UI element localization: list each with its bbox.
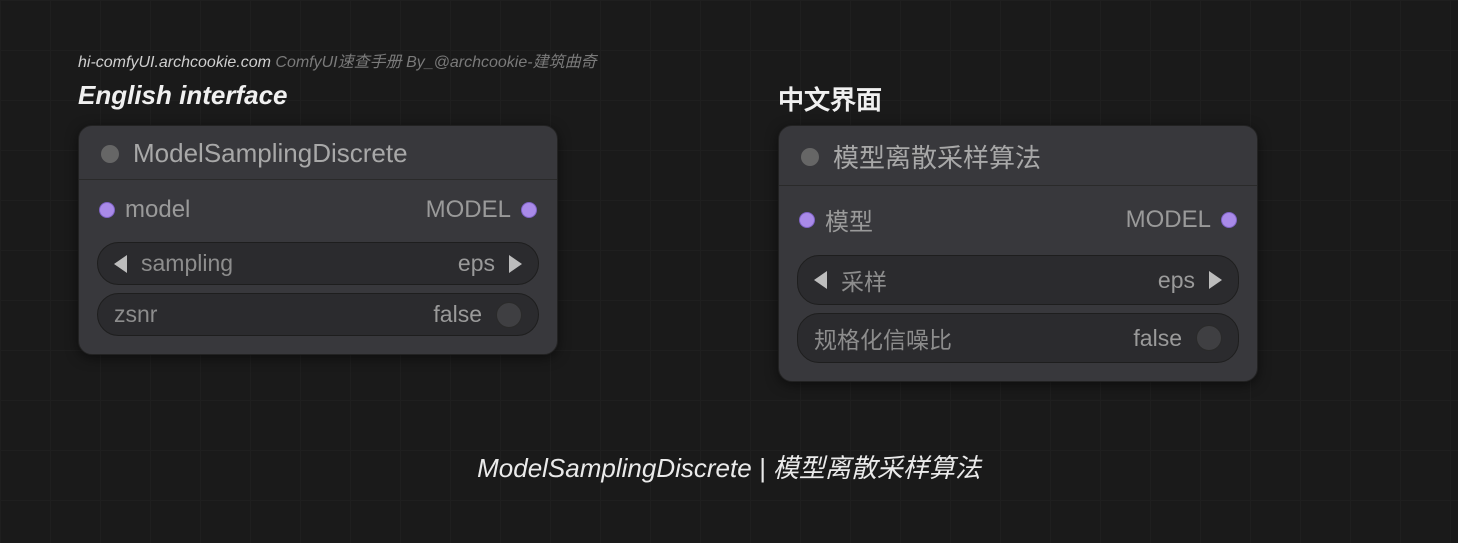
output-port-label: MODEL bbox=[426, 196, 511, 224]
arrow-left-icon[interactable] bbox=[114, 255, 127, 273]
caption: ModelSamplingDiscrete | 模型离散采样算法 bbox=[0, 448, 1458, 485]
widget-sampling-value: eps bbox=[458, 250, 495, 277]
widget-zsnr[interactable]: zsnr false bbox=[97, 293, 539, 336]
toggle-icon[interactable] bbox=[1196, 325, 1222, 351]
watermark-rest: ComfyUI速查手册 By_@archcookie-建筑曲奇 bbox=[271, 54, 597, 71]
port-dot-icon[interactable] bbox=[521, 202, 537, 218]
node-body: 模型 MODEL 采样 eps 规格化信噪比 false bbox=[779, 186, 1257, 381]
node-title: 模型离散采样算法 bbox=[833, 138, 1041, 175]
port-row: model MODEL bbox=[97, 194, 539, 234]
input-port-model[interactable]: model bbox=[99, 196, 190, 224]
arrow-right-icon[interactable] bbox=[509, 255, 522, 273]
toggle-icon[interactable] bbox=[496, 302, 522, 328]
widget-zsnr-value: false bbox=[433, 301, 482, 328]
heading-english-interface: English interface bbox=[78, 80, 288, 111]
widget-sampling-value: eps bbox=[1158, 267, 1195, 294]
heading-chinese-interface: 中文界面 bbox=[778, 80, 882, 117]
widget-sampling[interactable]: 采样 eps bbox=[797, 255, 1239, 305]
widget-zsnr-label: 规格化信噪比 bbox=[814, 321, 952, 355]
port-dot-icon[interactable] bbox=[99, 202, 115, 218]
node-header[interactable]: ModelSamplingDiscrete bbox=[79, 126, 557, 180]
widget-sampling-label: sampling bbox=[141, 250, 233, 277]
widget-zsnr-label: zsnr bbox=[114, 301, 157, 328]
node-model-sampling-discrete-zh[interactable]: 模型离散采样算法 模型 MODEL 采样 eps 规格化信噪 bbox=[778, 125, 1258, 382]
port-dot-icon[interactable] bbox=[799, 212, 815, 228]
node-model-sampling-discrete-en[interactable]: ModelSamplingDiscrete model MODEL sampli… bbox=[78, 125, 558, 355]
input-port-model[interactable]: 模型 bbox=[799, 202, 873, 237]
arrow-right-icon[interactable] bbox=[1209, 271, 1222, 289]
node-title: ModelSamplingDiscrete bbox=[133, 138, 408, 169]
watermark-site: hi-comfyUI.archcookie.com bbox=[78, 54, 271, 71]
input-port-label: model bbox=[125, 196, 190, 224]
widget-zsnr-value: false bbox=[1133, 325, 1182, 352]
watermark: hi-comfyUI.archcookie.com ComfyUI速查手册 By… bbox=[78, 48, 597, 72]
collapse-dot-icon[interactable] bbox=[101, 145, 119, 163]
output-port-model[interactable]: MODEL bbox=[426, 196, 537, 224]
widget-sampling-label: 采样 bbox=[841, 263, 887, 297]
output-port-model[interactable]: MODEL bbox=[1126, 206, 1237, 234]
widget-sampling[interactable]: sampling eps bbox=[97, 242, 539, 285]
node-body: model MODEL sampling eps zsnr false bbox=[79, 180, 557, 354]
widget-zsnr[interactable]: 规格化信噪比 false bbox=[797, 313, 1239, 363]
arrow-left-icon[interactable] bbox=[814, 271, 827, 289]
input-port-label: 模型 bbox=[825, 202, 873, 237]
output-port-label: MODEL bbox=[1126, 206, 1211, 234]
port-row: 模型 MODEL bbox=[797, 200, 1239, 247]
node-header[interactable]: 模型离散采样算法 bbox=[779, 126, 1257, 186]
collapse-dot-icon[interactable] bbox=[801, 148, 819, 166]
port-dot-icon[interactable] bbox=[1221, 212, 1237, 228]
